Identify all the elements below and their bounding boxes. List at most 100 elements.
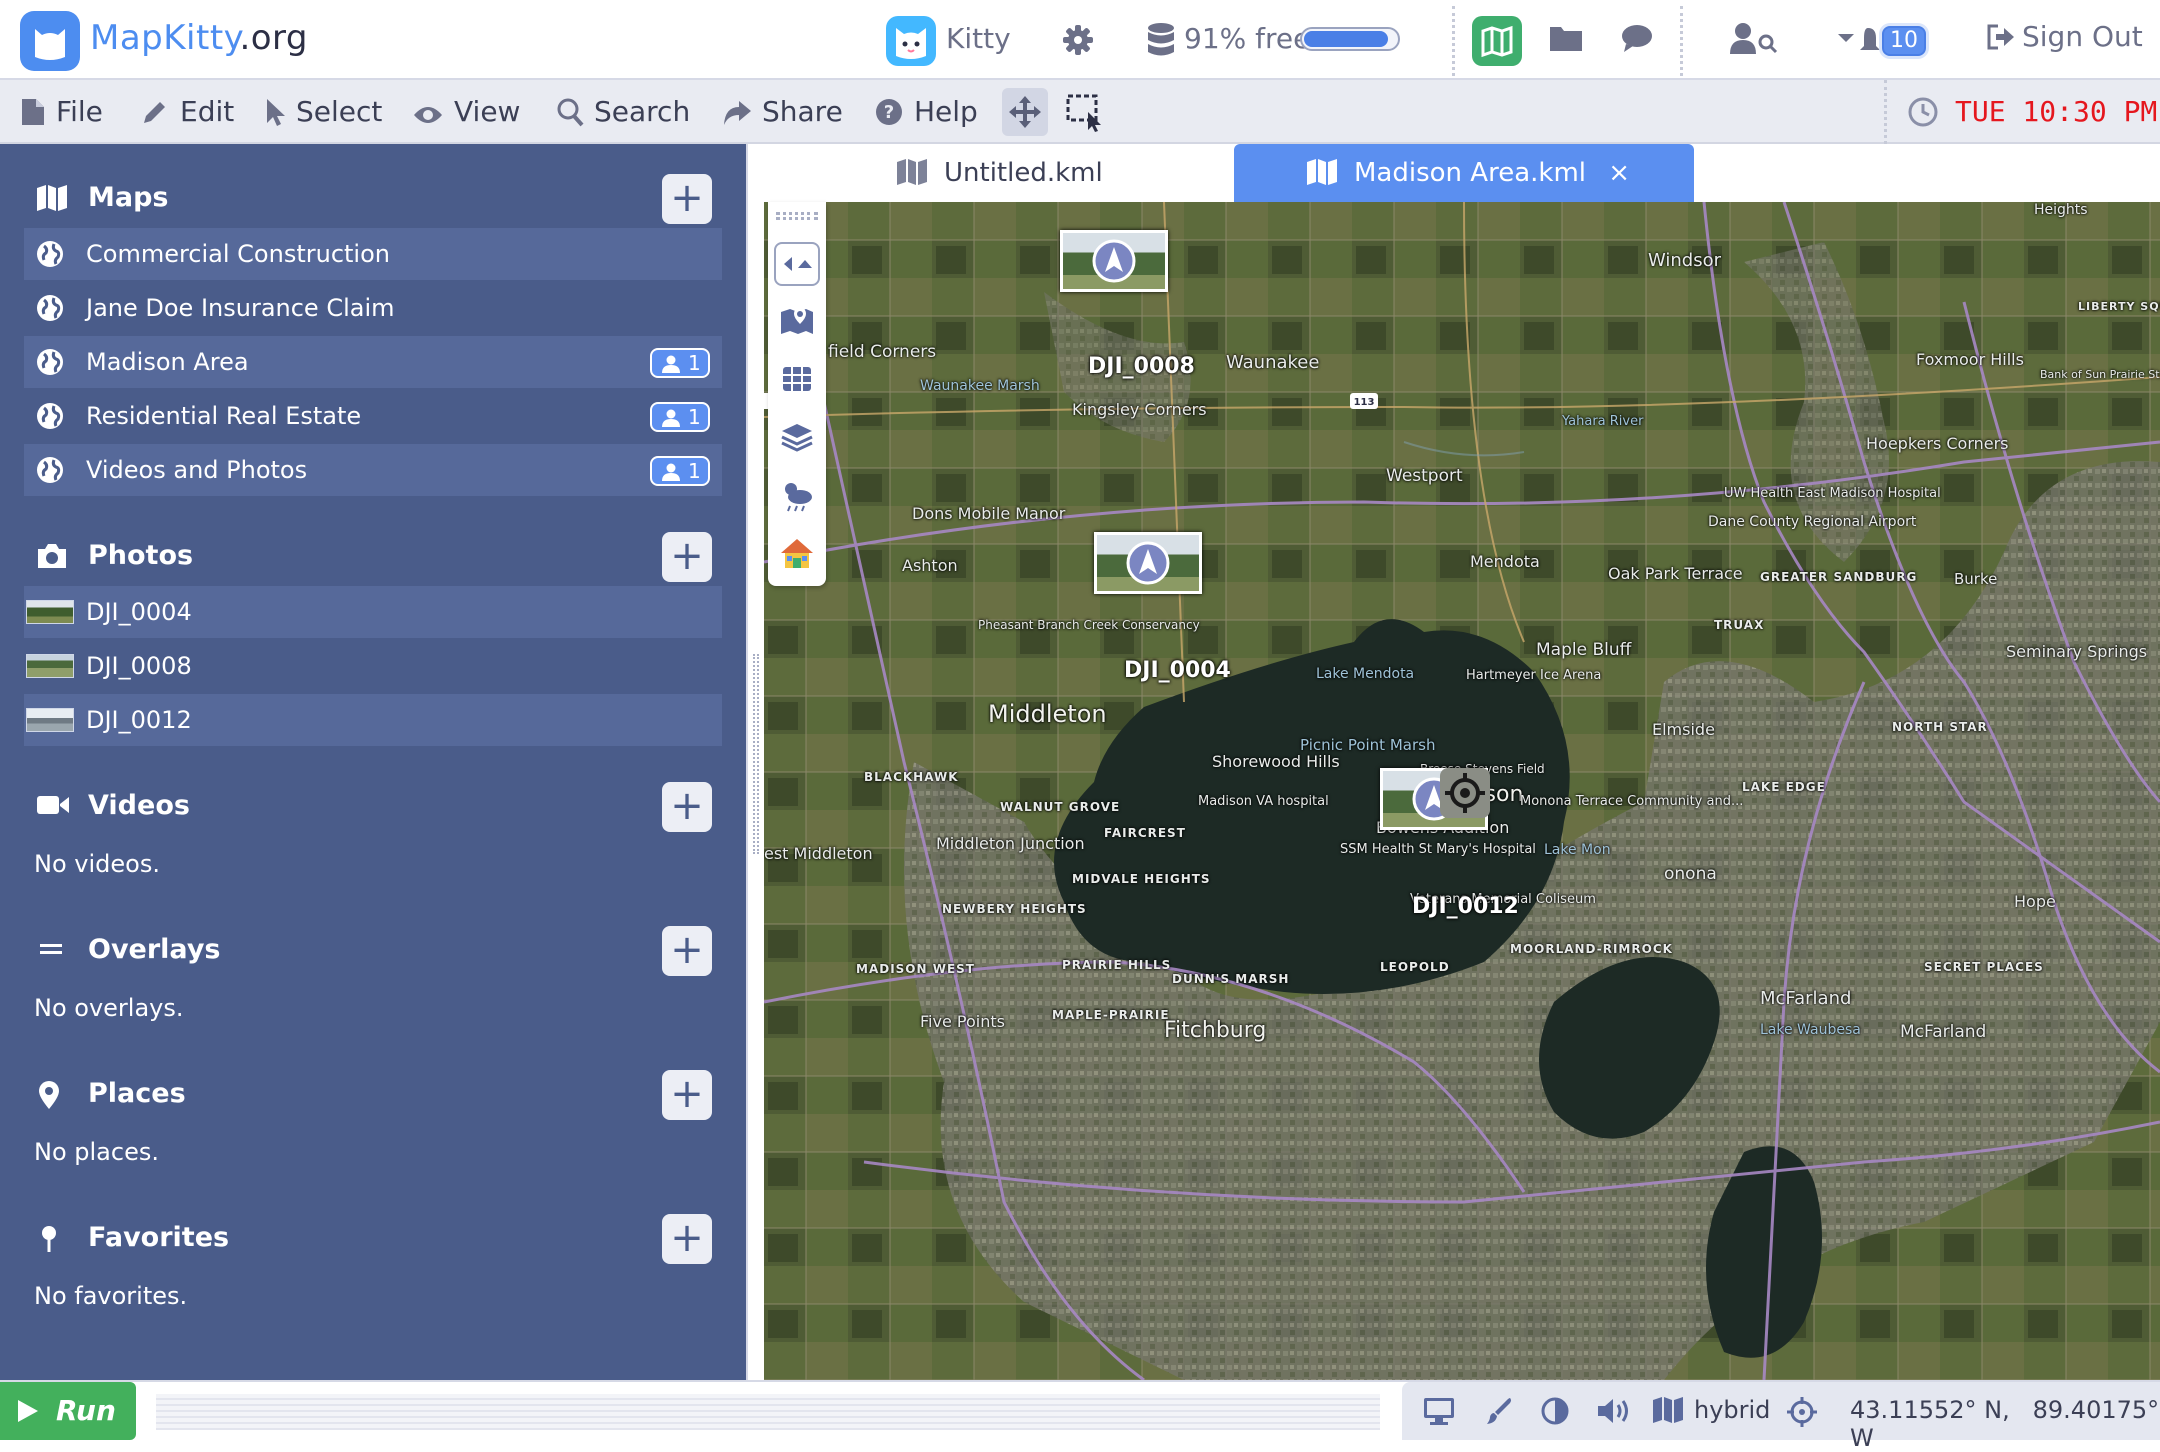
- photo-marker-label[interactable]: DJI_0008: [1088, 354, 1195, 379]
- notification-dropdown[interactable]: [1836, 22, 1886, 60]
- map-type-icon[interactable]: [1652, 1396, 1684, 1428]
- place-label: Madison VA hospital: [1198, 794, 1329, 809]
- grid-button[interactable]: [778, 360, 816, 398]
- maps-app-button[interactable]: [1472, 16, 1522, 66]
- photo-marker[interactable]: [1060, 230, 1168, 292]
- weather-button[interactable]: [778, 476, 816, 514]
- photo-marker-label[interactable]: DJI_0012: [1412, 894, 1519, 919]
- home-button[interactable]: [778, 534, 816, 572]
- add-video-button[interactable]: +: [662, 782, 712, 832]
- shared-users-badge[interactable]: 1: [650, 348, 710, 378]
- map-list-item[interactable]: Jane Doe Insurance Claim: [24, 282, 722, 334]
- cat-logo-icon[interactable]: [20, 11, 80, 71]
- resize-grip[interactable]: [753, 654, 759, 854]
- storage-progress-fill: [1304, 31, 1388, 47]
- map-pin-button[interactable]: [778, 302, 816, 340]
- panel-resize-handle[interactable]: [746, 144, 764, 1380]
- contrast-icon[interactable]: [1540, 1396, 1570, 1430]
- map-list-item[interactable]: Videos and Photos 1: [24, 444, 722, 496]
- globe-icon: [36, 240, 64, 272]
- map-list-item[interactable]: Commercial Construction: [24, 228, 722, 280]
- map-target-marker[interactable]: [1440, 768, 1490, 818]
- menu-search[interactable]: Search: [556, 92, 690, 132]
- user-search-icon[interactable]: [1730, 22, 1778, 60]
- videos-empty-text: No videos.: [34, 850, 160, 878]
- menu-edit[interactable]: Edit: [140, 92, 234, 132]
- photo-list-item[interactable]: DJI_0004: [24, 586, 722, 638]
- tab-label: Untitled.kml: [944, 158, 1103, 188]
- map-type-label[interactable]: hybrid: [1694, 1396, 1770, 1424]
- user-icon: [662, 355, 680, 373]
- layers-button[interactable]: [778, 418, 816, 456]
- app-logo-text[interactable]: MapKitty.org: [90, 18, 308, 58]
- pencil-icon: [144, 102, 165, 123]
- add-photo-button[interactable]: +: [662, 532, 712, 582]
- sidebar: Maps + Commercial Construction Jane Doe …: [0, 144, 746, 1380]
- menu-view-label: View: [454, 95, 521, 128]
- menu-select[interactable]: Select: [264, 92, 382, 132]
- add-overlay-button[interactable]: +: [662, 926, 712, 976]
- menu-file-label: File: [56, 95, 103, 128]
- photo-thumbnail: [26, 600, 74, 624]
- place-label: McFarland: [1760, 988, 1852, 1009]
- place-label: est Middleton: [764, 844, 873, 863]
- add-map-button[interactable]: +: [662, 174, 712, 224]
- places-section-header: Places +: [24, 1070, 722, 1120]
- toolbox-drag-handle[interactable]: [776, 212, 818, 220]
- user-name[interactable]: Kitty: [946, 22, 1011, 55]
- shared-count: 1: [688, 459, 701, 483]
- clock: TUE 10:30 PM: [1884, 80, 2160, 144]
- photo-marker[interactable]: [1094, 532, 1202, 594]
- photo-marker-label[interactable]: DJI_0004: [1124, 658, 1231, 683]
- move-tool-button[interactable]: [1002, 88, 1048, 136]
- tab-untitled[interactable]: Untitled.kml: [764, 144, 1234, 202]
- folder-icon[interactable]: [1548, 22, 1584, 58]
- photo-list-item[interactable]: DJI_0012: [24, 694, 722, 746]
- sign-out-button[interactable]: Sign Out: [1986, 20, 2143, 53]
- place-label: Westport: [1386, 466, 1463, 486]
- place-label: MAPLE-PRAIRIE: [1052, 1008, 1170, 1022]
- run-button[interactable]: Run: [0, 1382, 136, 1440]
- tab-label: Madison Area.kml: [1354, 158, 1586, 188]
- close-tab-icon[interactable]: ×: [1608, 158, 1630, 188]
- gear-icon[interactable]: [1060, 22, 1096, 62]
- photo-list-item[interactable]: DJI_0008: [24, 640, 722, 692]
- tab-madison-area[interactable]: Madison Area.kml ×: [1234, 144, 1694, 202]
- place-label: Dane County Regional Airport: [1708, 514, 1917, 530]
- notification-badge[interactable]: 10: [1882, 26, 1926, 56]
- menu-help[interactable]: ? Help: [874, 92, 978, 132]
- shared-users-badge[interactable]: 1: [650, 456, 710, 486]
- crosshair-icon[interactable]: [1786, 1396, 1818, 1432]
- shared-users-badge[interactable]: 1: [650, 402, 710, 432]
- add-place-button[interactable]: +: [662, 1070, 712, 1120]
- map-list-item[interactable]: Residential Real Estate 1: [24, 390, 722, 442]
- menu-share[interactable]: Share: [722, 92, 843, 132]
- map-list-item[interactable]: Madison Area 1: [24, 336, 722, 388]
- speaker-icon[interactable]: [1596, 1396, 1634, 1430]
- map-view[interactable]: 19 113 WindsorWaunakeeFoxmoor HillsLIBER…: [764, 202, 2160, 1380]
- paintbrush-icon[interactable]: [1484, 1396, 1514, 1430]
- maps-section-header: Maps +: [24, 174, 722, 224]
- document-tabs: Untitled.kml Madison Area.kml ×: [764, 144, 2160, 202]
- user-avatar[interactable]: [886, 16, 936, 66]
- navigation-arrow-icon: [1126, 541, 1170, 585]
- monitor-icon[interactable]: [1422, 1396, 1456, 1430]
- chat-icon[interactable]: [1620, 22, 1654, 58]
- share-icon: [724, 101, 751, 125]
- map-list-item-label: Commercial Construction: [86, 240, 390, 268]
- search-icon: [557, 98, 584, 127]
- menu-select-label: Select: [296, 95, 383, 128]
- menu-file[interactable]: File: [20, 92, 103, 132]
- region-select-tool-button[interactable]: [1062, 88, 1108, 136]
- move-arrows-icon: [1009, 96, 1041, 128]
- triangle-left-up-icon: [784, 257, 812, 271]
- menu-view[interactable]: View: [412, 92, 520, 132]
- tab-madison-content: Madison Area.kml ×: [1306, 156, 1630, 190]
- place-label: onona: [1664, 864, 1717, 884]
- pan-up-button[interactable]: [774, 242, 820, 286]
- add-favorite-button[interactable]: +: [662, 1214, 712, 1264]
- favorites-section-title: Favorites: [88, 1222, 230, 1253]
- place-label: Mendota: [1470, 552, 1540, 571]
- place-label: Dons Mobile Manor: [912, 504, 1066, 523]
- help-icon: ?: [876, 99, 902, 125]
